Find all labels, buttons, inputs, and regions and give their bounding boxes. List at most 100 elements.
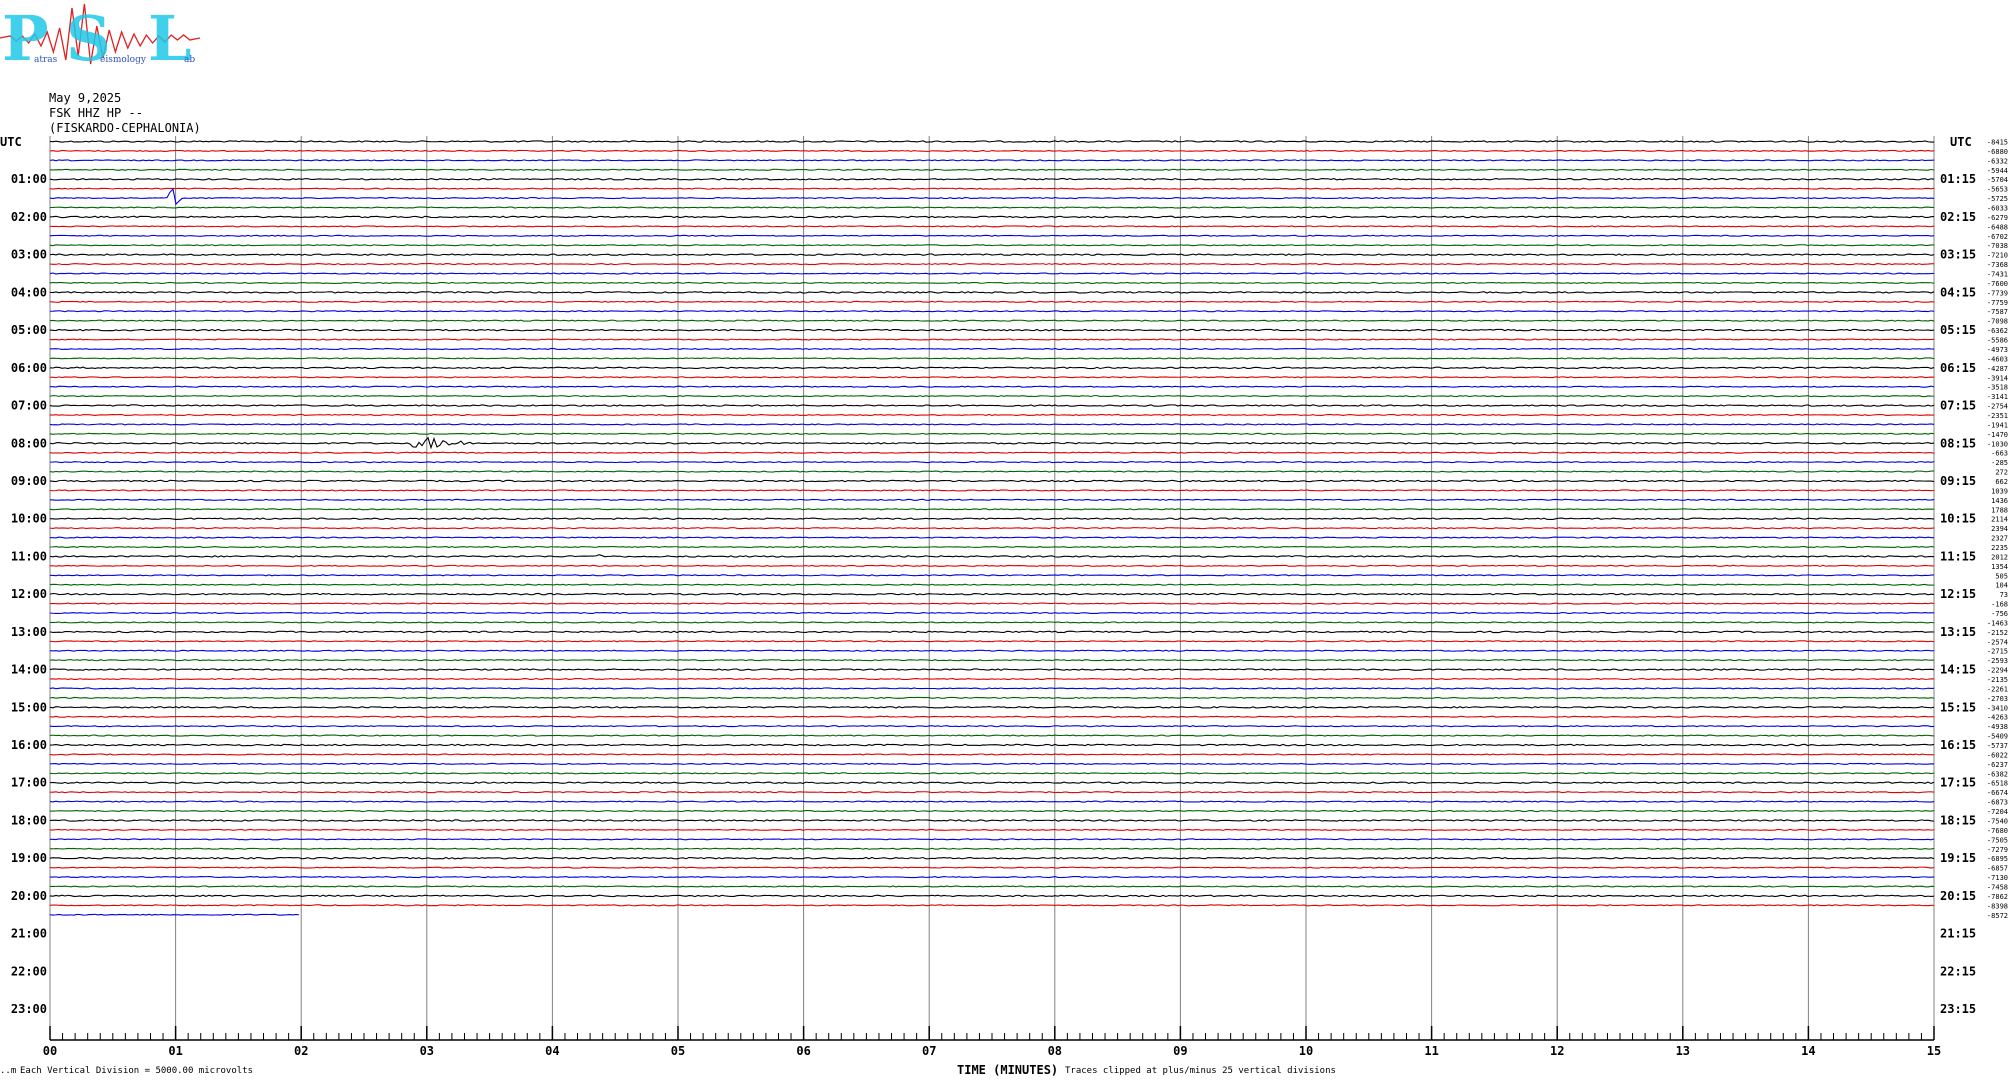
seismic-trace	[49, 225, 1935, 228]
trace-offset-label: -6237	[1987, 761, 2008, 769]
trace-offset-label: -7210	[1987, 252, 2008, 260]
hour-label-left: 20:00	[11, 889, 47, 903]
seismic-trace	[49, 517, 1935, 520]
trace-offset-label: -6895	[1987, 855, 2008, 863]
x-tick-label: 14	[1801, 1044, 1815, 1058]
trace-offset-label: -5586	[1987, 337, 2008, 345]
seismic-trace	[49, 319, 1935, 322]
trace-offset-label: -5737	[1987, 742, 2008, 750]
trace-offset-label: -7587	[1987, 308, 2008, 316]
trace-offset-label: -7680	[1987, 827, 2008, 835]
seismic-trace	[49, 461, 1935, 464]
trace-offset-label: -8398	[1987, 902, 2008, 910]
x-tick-label: 10	[1299, 1044, 1313, 1058]
seismic-trace	[49, 762, 1935, 765]
hour-label-right: 07:15	[1940, 399, 1976, 413]
seismic-trace	[49, 328, 1935, 332]
seismic-trace	[49, 404, 1935, 407]
seismic-trace	[49, 592, 1935, 596]
x-tick-label: 15	[1927, 1044, 1941, 1058]
seismic-trace	[49, 715, 1935, 718]
seismic-trace	[49, 376, 1935, 379]
trace-offset-label: -7505	[1987, 836, 2008, 844]
seismic-trace	[49, 640, 1935, 643]
hour-label-right: 02:15	[1940, 210, 1976, 224]
hour-label-right: 19:15	[1940, 851, 1976, 865]
trace-offset-label: -6857	[1987, 865, 2008, 873]
hour-label-right: 17:15	[1940, 776, 1976, 790]
seismic-trace	[49, 423, 1935, 426]
trace-offset-label: -8415	[1987, 139, 2008, 147]
trace-offset-label: -756	[1991, 610, 2008, 618]
trace-offset-label: 1039	[1991, 487, 2008, 495]
trace-offset-label: -6518	[1987, 780, 2008, 788]
seismic-trace	[49, 649, 1935, 652]
trace-offset-label: -6873	[1987, 799, 2008, 807]
trace-offset-label: -168	[1991, 601, 2008, 609]
seismic-trace	[49, 772, 1935, 775]
trace-offset-label: 1354	[1991, 563, 2008, 571]
hour-label-right: 01:15	[1940, 172, 1976, 186]
hour-label-right: 22:15	[1940, 964, 1976, 978]
trace-offset-label: -2754	[1987, 403, 2008, 411]
seismic-trace	[49, 791, 1935, 794]
seismic-trace	[49, 253, 1935, 256]
seismic-trace	[49, 140, 1935, 143]
trace-offset-label: -3914	[1987, 374, 2008, 382]
seismic-trace	[49, 856, 1935, 860]
hour-label-right: 20:15	[1940, 889, 1976, 903]
hour-label-right: 12:15	[1940, 587, 1976, 601]
seismic-trace	[49, 177, 1935, 181]
trace-offset-label: -2715	[1987, 648, 2008, 656]
trace-offset-label: -7862	[1987, 893, 2008, 901]
trace-offset-label: -7458	[1987, 883, 2008, 891]
seismic-trace	[49, 489, 1935, 492]
seismic-trace	[49, 291, 1935, 294]
seismic-trace	[49, 159, 1935, 162]
seismic-trace	[49, 357, 1935, 360]
trace-offset-label: 2012	[1991, 553, 2008, 561]
seismic-trace	[49, 310, 1935, 313]
trace-offset-label: -6702	[1987, 233, 2008, 241]
seismic-trace	[49, 696, 1935, 699]
hour-label-left: 01:00	[11, 172, 47, 186]
hour-label-right: 21:15	[1940, 927, 1976, 941]
seismic-trace	[49, 498, 1935, 501]
x-tick-label: 11	[1424, 1044, 1438, 1058]
seismic-trace	[49, 451, 1935, 454]
trace-offset-label: -5725	[1987, 195, 2008, 203]
seismic-trace	[49, 470, 1935, 473]
seismic-trace	[49, 668, 1935, 671]
seismic-trace	[49, 206, 1935, 209]
seismic-trace	[49, 385, 1935, 388]
hour-label-left: 09:00	[11, 474, 47, 488]
seismic-trace	[49, 630, 1935, 634]
x-tick-label: 03	[420, 1044, 434, 1058]
seismic-trace	[49, 602, 1935, 605]
x-tick-label: 05	[671, 1044, 685, 1058]
trace-offset-label: -2351	[1987, 412, 2008, 420]
trace-offset-label: 2327	[1991, 535, 2008, 543]
trace-offset-label: 2394	[1991, 525, 2008, 533]
hour-label-right: 05:15	[1940, 323, 1976, 337]
hour-label-right: 15:15	[1940, 700, 1976, 714]
trace-offset-label: -6488	[1987, 223, 2008, 231]
trace-offset-label: 662	[1995, 478, 2008, 486]
hour-label-right: 16:15	[1940, 738, 1976, 752]
seismic-trace	[49, 508, 1935, 511]
trace-offset-label: -6033	[1987, 205, 2008, 213]
seismic-trace	[49, 436, 1935, 450]
clip-note: Traces clipped at plus/minus 25 vertical…	[1065, 1066, 1336, 1076]
trace-offset-label: -5409	[1987, 733, 2008, 741]
trace-offset-label: 1436	[1991, 497, 2008, 505]
trace-offset-label: -4287	[1987, 365, 2008, 373]
seismic-trace	[49, 234, 1935, 237]
trace-offset-label: -1941	[1987, 421, 2008, 429]
trace-offset-label: -2152	[1987, 629, 2008, 637]
seismic-trace	[49, 413, 1935, 417]
hour-label-right: 03:15	[1940, 248, 1976, 262]
seismic-trace	[49, 527, 1935, 530]
trace-offset-label: -7038	[1987, 242, 2008, 250]
seismic-trace	[49, 188, 1935, 206]
trace-offset-label: -2135	[1987, 676, 2008, 684]
